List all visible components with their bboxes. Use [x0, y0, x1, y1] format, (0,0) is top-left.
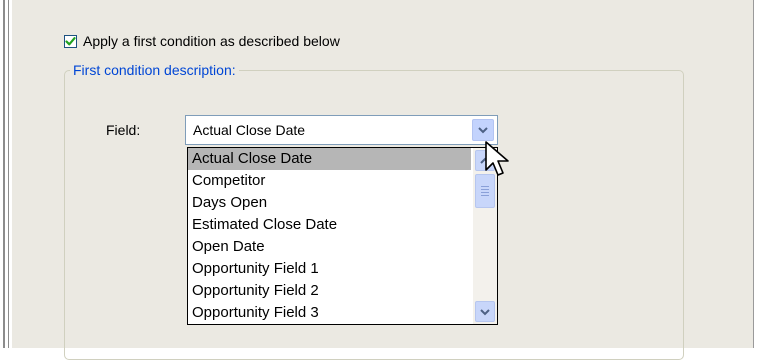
- field-options-list[interactable]: Actual Close Date Competitor Days Open Esti…: [187, 147, 498, 325]
- field-label: Field:: [106, 122, 141, 138]
- list-item[interactable]: Days Open: [188, 192, 471, 214]
- field-selected-value[interactable]: Actual Close Date: [193, 122, 305, 138]
- list-item[interactable]: Opportunity Field 3: [188, 302, 471, 324]
- list-item[interactable]: Estimated Close Date: [188, 214, 471, 236]
- list-item[interactable]: Opportunity Field 2: [188, 280, 471, 302]
- window-left-edge-inner: [8, 0, 9, 348]
- window-left-edge: [3, 0, 5, 348]
- apply-condition-option[interactable]: Apply a first condition as described bel…: [64, 32, 340, 50]
- chevron-down-icon: [480, 308, 490, 315]
- mouse-cursor-icon: [485, 141, 509, 176]
- field-dropdown-button[interactable]: [472, 119, 494, 141]
- list-item[interactable]: Actual Close Date: [188, 148, 471, 170]
- field-combobox[interactable]: Actual Close Date: [185, 115, 498, 145]
- right-margin: [754, 0, 767, 348]
- list-item[interactable]: Opportunity Field 1: [188, 258, 471, 280]
- field-options: Actual Close Date Competitor Days Open Esti…: [188, 148, 471, 324]
- list-item[interactable]: Open Date: [188, 236, 471, 258]
- chevron-down-icon: [478, 127, 488, 134]
- apply-condition-label[interactable]: Apply a first condition as described bel…: [83, 33, 340, 49]
- scroll-down-button[interactable]: [475, 301, 495, 322]
- condition-group-title: First condition description:: [70, 62, 239, 78]
- apply-condition-checkbox[interactable]: [64, 34, 77, 48]
- check-icon: [65, 36, 76, 45]
- list-item[interactable]: Competitor: [188, 170, 471, 192]
